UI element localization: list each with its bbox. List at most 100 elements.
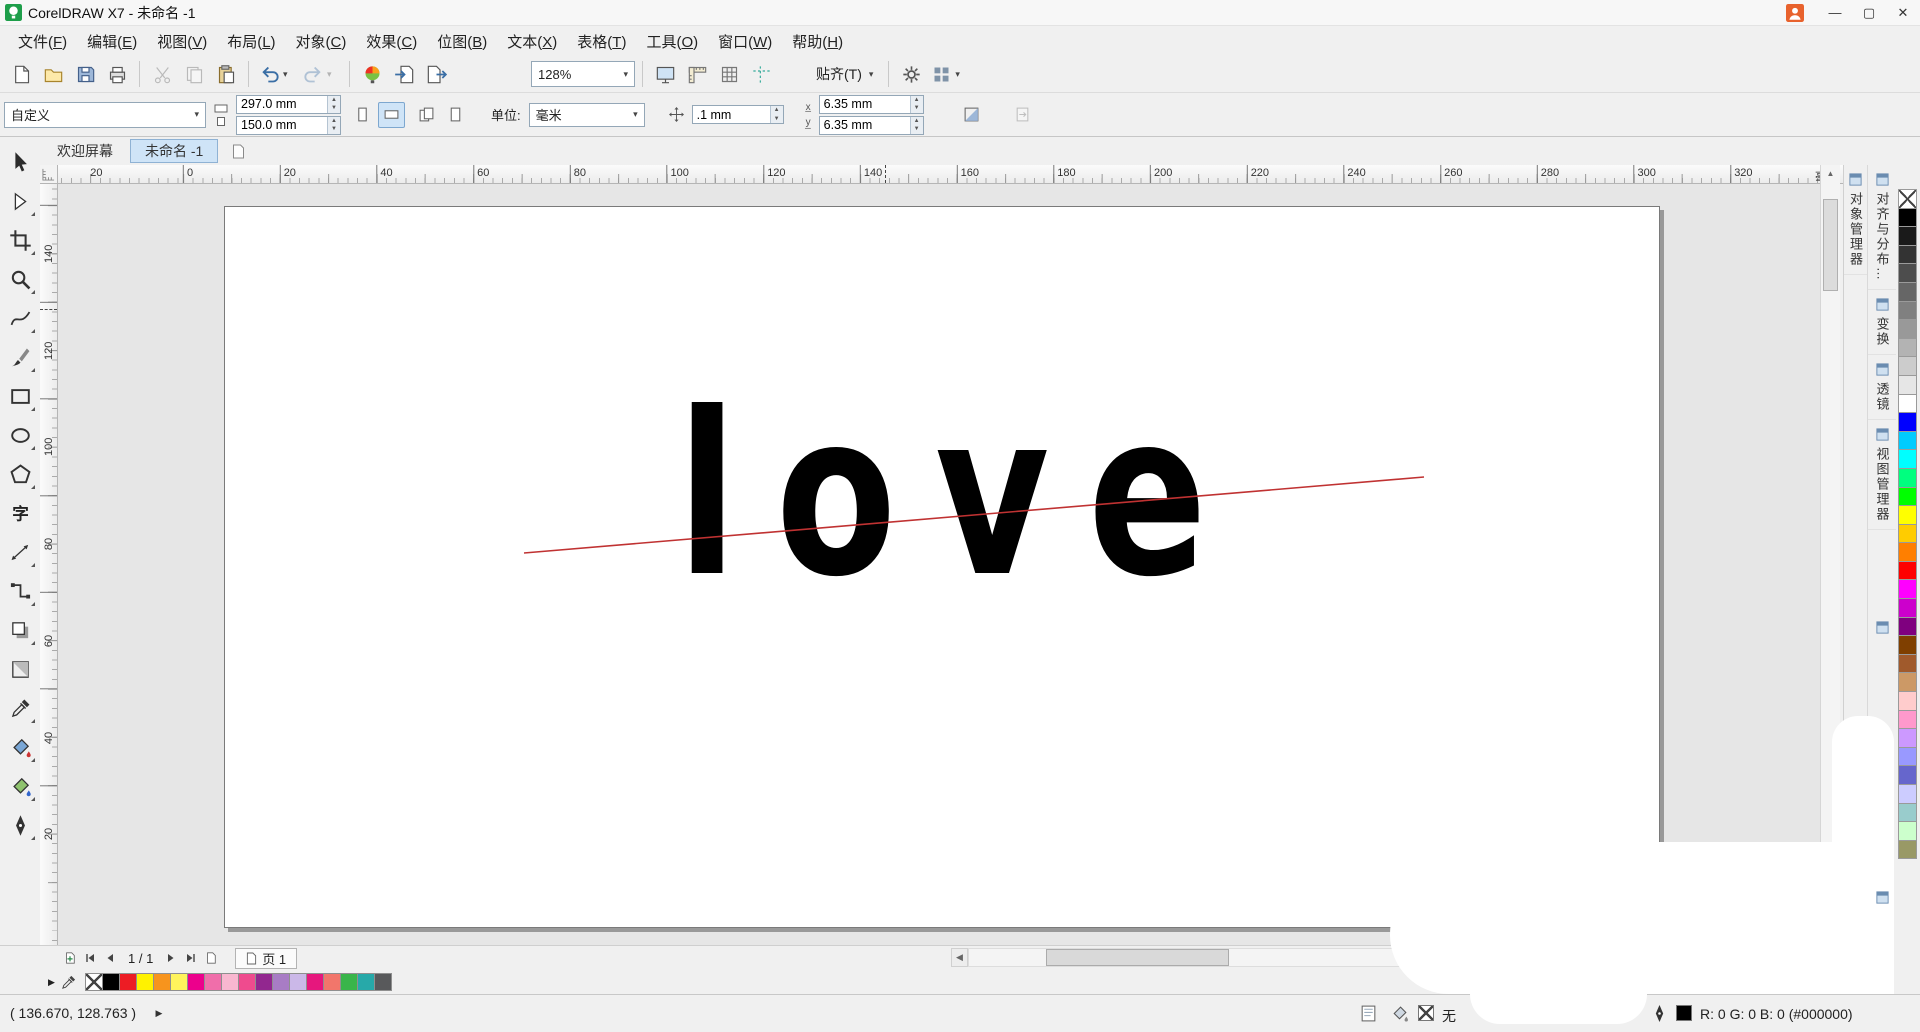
account-icon[interactable] [1786, 3, 1804, 22]
vertical-ruler[interactable]: 140 120 100 80 60 40 20 [40, 184, 58, 945]
color-swatch[interactable] [1898, 802, 1917, 823]
ruler-origin-corner[interactable] [40, 165, 58, 184]
duplicate-y-value[interactable] [819, 116, 923, 134]
landscape-button[interactable] [378, 101, 405, 128]
outline-color-swatch[interactable] [1676, 1005, 1692, 1021]
new-document-tab-button[interactable] [228, 141, 248, 161]
current-page-button[interactable] [442, 102, 469, 128]
undo-button[interactable]: ▾ [256, 59, 298, 89]
duplicate-x-input[interactable]: ▲▼ [818, 94, 924, 114]
horizontal-scroll-thumb[interactable] [1046, 949, 1229, 966]
treat-as-filled-button[interactable] [958, 102, 985, 128]
color-swatch[interactable] [152, 973, 171, 991]
ellipse-tool[interactable] [3, 418, 37, 452]
parallel-dimension-tool[interactable] [3, 535, 37, 569]
docker-tab-0[interactable]: 对齐与分布… [1868, 165, 1896, 290]
outline-pen-tool[interactable] [3, 808, 37, 842]
print-button[interactable] [102, 59, 132, 89]
previous-page-button[interactable] [100, 948, 120, 968]
color-swatch[interactable] [1898, 486, 1917, 507]
menu-item-layout[interactable]: 布局(L) [217, 27, 285, 56]
color-swatch[interactable] [1898, 709, 1917, 730]
color-swatch[interactable] [1898, 560, 1917, 581]
spinner-arrows[interactable]: ▲ ▼ [769, 106, 783, 123]
menu-item-view[interactable]: 视图(V) [147, 27, 217, 56]
scroll-up-icon[interactable]: ▲ [1821, 165, 1840, 182]
color-swatch[interactable] [1898, 189, 1917, 209]
color-swatch[interactable] [1898, 616, 1917, 637]
color-swatch[interactable] [1898, 393, 1917, 414]
show-rulers-button[interactable] [682, 59, 712, 89]
import-button[interactable] [389, 59, 419, 89]
crop-tool[interactable] [3, 223, 37, 257]
tab-untitled-1[interactable]: 未命名 -1 [130, 139, 219, 163]
eyedropper-icon[interactable] [60, 974, 77, 991]
menu-item-text[interactable]: 文本(X) [497, 27, 567, 56]
color-swatch[interactable] [322, 973, 341, 991]
color-swatch[interactable] [1898, 374, 1917, 395]
outline-pen-icon[interactable] [1650, 1004, 1669, 1023]
new-document-button[interactable] [6, 59, 36, 89]
color-swatch[interactable] [237, 973, 256, 991]
docker-tab-2[interactable]: 透镜 [1868, 355, 1896, 420]
color-swatch[interactable] [305, 973, 324, 991]
color-swatch[interactable] [1898, 746, 1917, 767]
page-preset-select[interactable]: 自定义 ▾ [4, 101, 206, 128]
scroll-left-icon[interactable]: ◀ [951, 948, 968, 967]
color-swatch[interactable] [203, 973, 222, 991]
spin-down-icon[interactable]: ▼ [770, 114, 783, 123]
last-page-button[interactable] [181, 948, 201, 968]
page-1-tab[interactable]: 页 1 [235, 947, 298, 969]
spinner-arrows[interactable]: ▲ ▼ [909, 116, 923, 134]
color-swatch[interactable] [1898, 319, 1917, 339]
spinner-arrows[interactable]: ▲ ▼ [327, 95, 340, 113]
color-swatch[interactable] [1898, 598, 1917, 618]
color-swatch[interactable] [118, 973, 137, 991]
color-swatch[interactable] [1898, 356, 1917, 376]
add-page-button[interactable] [60, 948, 80, 968]
docker-options-icon[interactable] [1875, 620, 1890, 635]
color-swatch[interactable] [1898, 337, 1917, 358]
tab-welcome-screen[interactable]: 欢迎屏幕 [42, 139, 128, 163]
redo-button[interactable]: ▾ [300, 59, 342, 89]
text-tool[interactable]: 字 [3, 496, 37, 530]
vertical-scroll-thumb[interactable] [1823, 199, 1838, 291]
color-swatch[interactable] [135, 973, 154, 991]
add-page-after-button[interactable] [201, 948, 221, 968]
freehand-tool[interactable] [3, 301, 37, 335]
page-border-button[interactable] [1009, 102, 1036, 128]
color-swatch[interactable] [1898, 467, 1917, 488]
color-swatch[interactable] [1898, 839, 1917, 860]
menu-item-edit[interactable]: 编辑(E) [77, 27, 147, 56]
color-swatch[interactable] [1898, 300, 1917, 321]
color-swatch[interactable] [1898, 635, 1917, 655]
spinner-arrows[interactable]: ▲ ▼ [327, 116, 340, 134]
docker-tab-1[interactable]: 变换 [1868, 290, 1896, 355]
document-info-icon[interactable] [1359, 1004, 1378, 1023]
color-swatch[interactable] [1898, 505, 1917, 525]
page-width-value[interactable] [237, 95, 340, 113]
zoom-tool[interactable] [3, 262, 37, 296]
color-swatch[interactable] [373, 973, 392, 991]
zoom-level-select[interactable]: 128% ▾ [531, 61, 635, 87]
fullscreen-preview-button[interactable] [650, 59, 680, 89]
fill-color-swatch[interactable] [1418, 1005, 1434, 1021]
spin-down-icon[interactable]: ▼ [328, 104, 340, 113]
copy-button[interactable] [179, 59, 209, 89]
cut-button[interactable] [147, 59, 177, 89]
menu-item-help[interactable]: 帮助(H) [782, 27, 853, 56]
menu-item-tools[interactable]: 工具(O) [636, 27, 708, 56]
color-swatch[interactable] [1898, 765, 1917, 785]
maximize-button[interactable]: ▢ [1852, 0, 1886, 25]
page-height-input[interactable]: ▲▼ [236, 115, 341, 135]
show-guidelines-button[interactable] [746, 59, 776, 89]
color-swatch[interactable] [101, 973, 120, 991]
first-page-button[interactable] [80, 948, 100, 968]
rectangle-tool[interactable] [3, 379, 37, 413]
color-swatch[interactable] [1898, 449, 1917, 469]
options-button[interactable] [896, 59, 926, 89]
spin-up-icon[interactable]: ▲ [770, 106, 783, 115]
color-swatch[interactable] [254, 973, 273, 991]
docker-tab-object-manager[interactable]: 对象管理器 [1844, 165, 1867, 275]
smart-fill-tool[interactable] [3, 769, 37, 803]
